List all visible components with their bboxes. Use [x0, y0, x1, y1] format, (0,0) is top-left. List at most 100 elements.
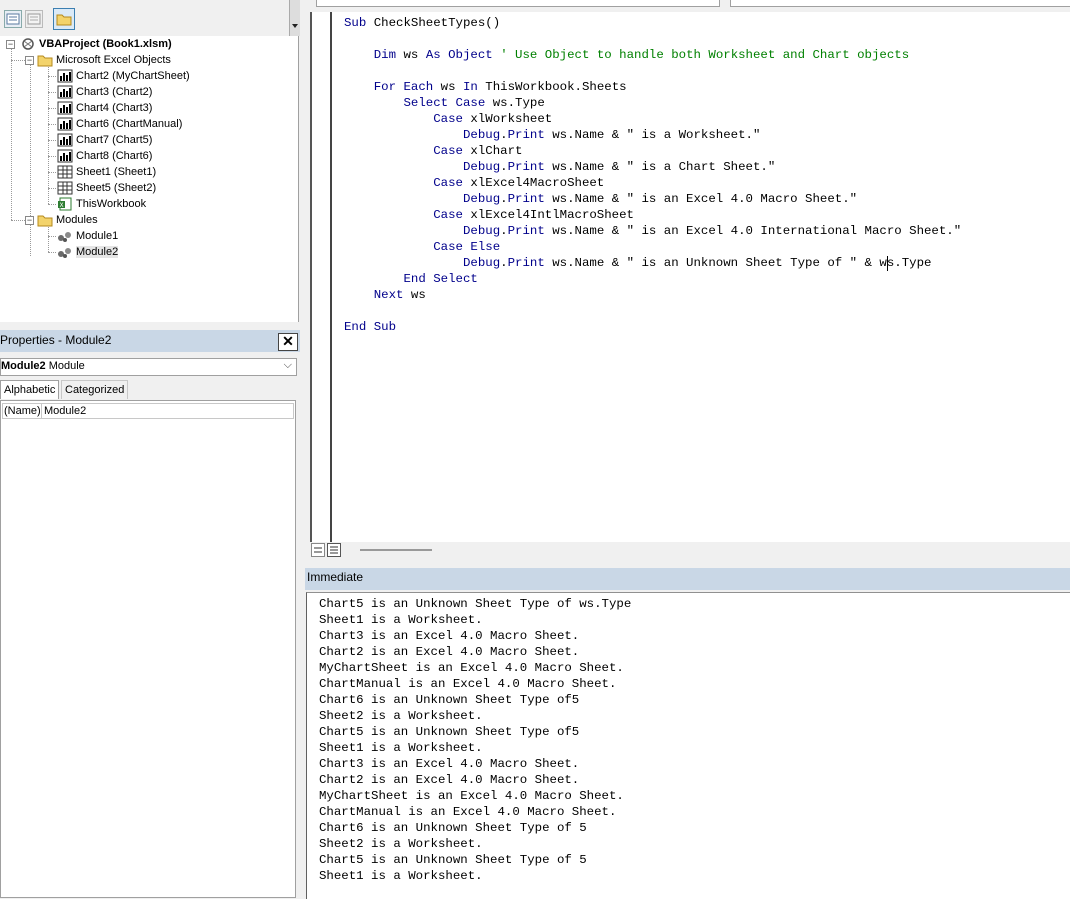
tree-item-module[interactable]: Module2 [57, 244, 119, 260]
horizontal-scrollbar[interactable] [360, 549, 432, 551]
code-combo-bar [308, 0, 1070, 12]
collapse-project-toggle[interactable]: − [6, 40, 15, 49]
tree-item-label: Chart4 (Chart3) [76, 102, 153, 115]
object-combo[interactable] [316, 0, 720, 7]
tree-item-label: Module2 [76, 246, 119, 259]
immediate-output-line: Chart5 is an Unknown Sheet Type of ws.Ty… [319, 597, 632, 611]
code-line[interactable]: Dim ws As Object ' Use Object to handle … [344, 47, 909, 63]
text-caret [887, 256, 888, 271]
immediate-output-line: Chart2 is an Excel 4.0 Macro Sheet. [319, 645, 580, 659]
tree-item-chart[interactable]: Chart6 (ChartManual) [57, 116, 182, 132]
toggle-folders-icon[interactable] [53, 8, 75, 30]
immediate-output-line: Chart3 is an Excel 4.0 Macro Sheet. [319, 757, 580, 771]
window-separator [305, 560, 1070, 568]
tree-item-module[interactable]: Module1 [57, 228, 118, 244]
procedure-view-icon[interactable] [311, 543, 325, 557]
code-line[interactable]: End Sub [344, 319, 396, 335]
tree-item-chart[interactable]: Chart7 (Chart5) [57, 132, 152, 148]
tree-folder-modules[interactable]: Modules [37, 212, 98, 228]
properties-title: Properties - Module2 [0, 333, 112, 347]
code-line[interactable]: Select Case ws.Type [344, 95, 544, 111]
tree-item-label: Chart8 (Chart6) [76, 150, 153, 163]
immediate-output-line: MyChartSheet is an Excel 4.0 Macro Sheet… [319, 661, 624, 675]
tree-item-label: Chart7 (Chart5) [76, 134, 153, 147]
project-explorer-tree: − VBAProject (Book1.xlsm) − Microsoft Ex… [0, 36, 299, 322]
properties-title-bar: Properties - Module2 [0, 330, 300, 352]
object-name: Module2 [1, 360, 46, 372]
close-icon[interactable]: ✕ [278, 333, 298, 351]
code-line[interactable]: Debug.Print ws.Name & " is an Unknown Sh… [344, 255, 931, 271]
toolbar-scroll[interactable] [289, 0, 300, 36]
tab-categorized[interactable]: Categorized [61, 380, 129, 399]
immediate-output-line: Chart6 is an Unknown Sheet Type of5 [319, 693, 580, 707]
tree-item-chart[interactable]: Chart4 (Chart3) [57, 100, 152, 116]
code-margin[interactable] [312, 12, 332, 542]
immediate-window[interactable]: Chart5 is an Unknown Sheet Type of ws.Ty… [306, 592, 1070, 899]
sheet-icon [57, 165, 73, 179]
code-line[interactable]: Debug.Print ws.Name & " is a Chart Sheet… [344, 159, 775, 175]
immediate-output-line: Sheet1 is a Worksheet. [319, 869, 483, 883]
code-line[interactable]: Case xlExcel4IntlMacroSheet [344, 207, 634, 223]
tree-item-label: Sheet1 (Sheet1) [76, 166, 157, 179]
tree-item-label: Chart3 (Chart2) [76, 86, 153, 99]
code-line[interactable]: For Each ws In ThisWorkbook.Sheets [344, 79, 627, 95]
collapse-modules-toggle[interactable]: − [25, 216, 34, 225]
chart-icon [57, 133, 73, 147]
code-line[interactable]: Case xlWorksheet [344, 111, 552, 127]
code-line[interactable]: Case xlExcel4MacroSheet [344, 175, 604, 191]
immediate-output-line: ChartManual is an Excel 4.0 Macro Sheet. [319, 677, 617, 691]
code-line[interactable]: End Select [344, 271, 477, 287]
property-name: (Name) [4, 405, 41, 417]
chart-icon [57, 117, 73, 131]
properties-object-select[interactable]: Module2 Module ⌵ [0, 358, 297, 376]
pane-splitter[interactable] [298, 0, 306, 898]
module-icon [57, 229, 73, 243]
immediate-output-line: MyChartSheet is an Excel 4.0 Macro Sheet… [319, 789, 624, 803]
immediate-output-line: Sheet1 is a Worksheet. [319, 741, 483, 755]
tree-item-workbook[interactable]: X ThisWorkbook [57, 196, 146, 212]
tree-item-sheet[interactable]: Sheet1 (Sheet1) [57, 164, 156, 180]
tree-folder-excel-objects[interactable]: Microsoft Excel Objects [37, 52, 171, 68]
view-code-icon[interactable] [4, 10, 22, 28]
code-line[interactable]: Debug.Print ws.Name & " is an Excel 4.0 … [344, 191, 857, 207]
code-line[interactable]: Debug.Print ws.Name & " is an Excel 4.0 … [344, 223, 961, 239]
object-type: Module [48, 360, 85, 372]
tree-item-label: Module1 [76, 230, 119, 243]
code-editor[interactable]: Sub CheckSheetTypes() Dim ws As Object '… [310, 12, 1070, 542]
tab-alphabetic[interactable]: Alphabetic [0, 380, 60, 399]
view-object-icon[interactable] [25, 10, 43, 28]
immediate-output-line: ChartManual is an Excel 4.0 Macro Sheet. [319, 805, 617, 819]
full-module-view-icon[interactable] [327, 543, 341, 557]
folder-icon [37, 53, 53, 67]
procedure-combo[interactable] [730, 0, 1070, 7]
chart-icon [57, 69, 73, 83]
sheet-icon [57, 181, 73, 195]
immediate-output-line: Chart5 is an Unknown Sheet Type of5 [319, 725, 580, 739]
property-row[interactable]: (Name) Module2 [2, 403, 294, 419]
code-line[interactable]: Debug.Print ws.Name & " is a Worksheet." [344, 127, 760, 143]
project-toolbar [0, 0, 300, 36]
chart-icon [57, 85, 73, 99]
properties-tabs: Alphabetic Categorized [0, 380, 297, 400]
immediate-output-line: Chart3 is an Excel 4.0 Macro Sheet. [319, 629, 580, 643]
immediate-output-line: Sheet1 is a Worksheet. [319, 613, 483, 627]
tree-item-label: Chart2 (MyChartSheet) [76, 70, 190, 83]
code-line[interactable]: Case Else [344, 239, 500, 255]
code-line[interactable]: Sub CheckSheetTypes() [344, 15, 500, 31]
immediate-title-bar: Immediate [305, 568, 1070, 590]
tree-item-chart[interactable]: Chart8 (Chart6) [57, 148, 152, 164]
immediate-output-line: Chart5 is an Unknown Sheet Type of 5 [319, 853, 587, 867]
chart-icon [57, 101, 73, 115]
property-value[interactable]: Module2 [44, 405, 86, 417]
svg-text:X: X [60, 202, 64, 209]
tree-item-chart[interactable]: Chart2 (MyChartSheet) [57, 68, 190, 84]
collapse-excel-objects-toggle[interactable]: − [25, 56, 34, 65]
tree-project-root[interactable]: VBAProject (Book1.xlsm) [20, 36, 172, 52]
tree-item-sheet[interactable]: Sheet5 (Sheet2) [57, 180, 156, 196]
folder-icon [37, 213, 53, 227]
code-line[interactable]: Next ws [344, 287, 426, 303]
tree-item-chart[interactable]: Chart3 (Chart2) [57, 84, 152, 100]
tree-item-label: Chart6 (ChartManual) [76, 118, 183, 131]
immediate-output-line: Chart6 is an Unknown Sheet Type of 5 [319, 821, 587, 835]
code-line[interactable]: Case xlChart [344, 143, 522, 159]
